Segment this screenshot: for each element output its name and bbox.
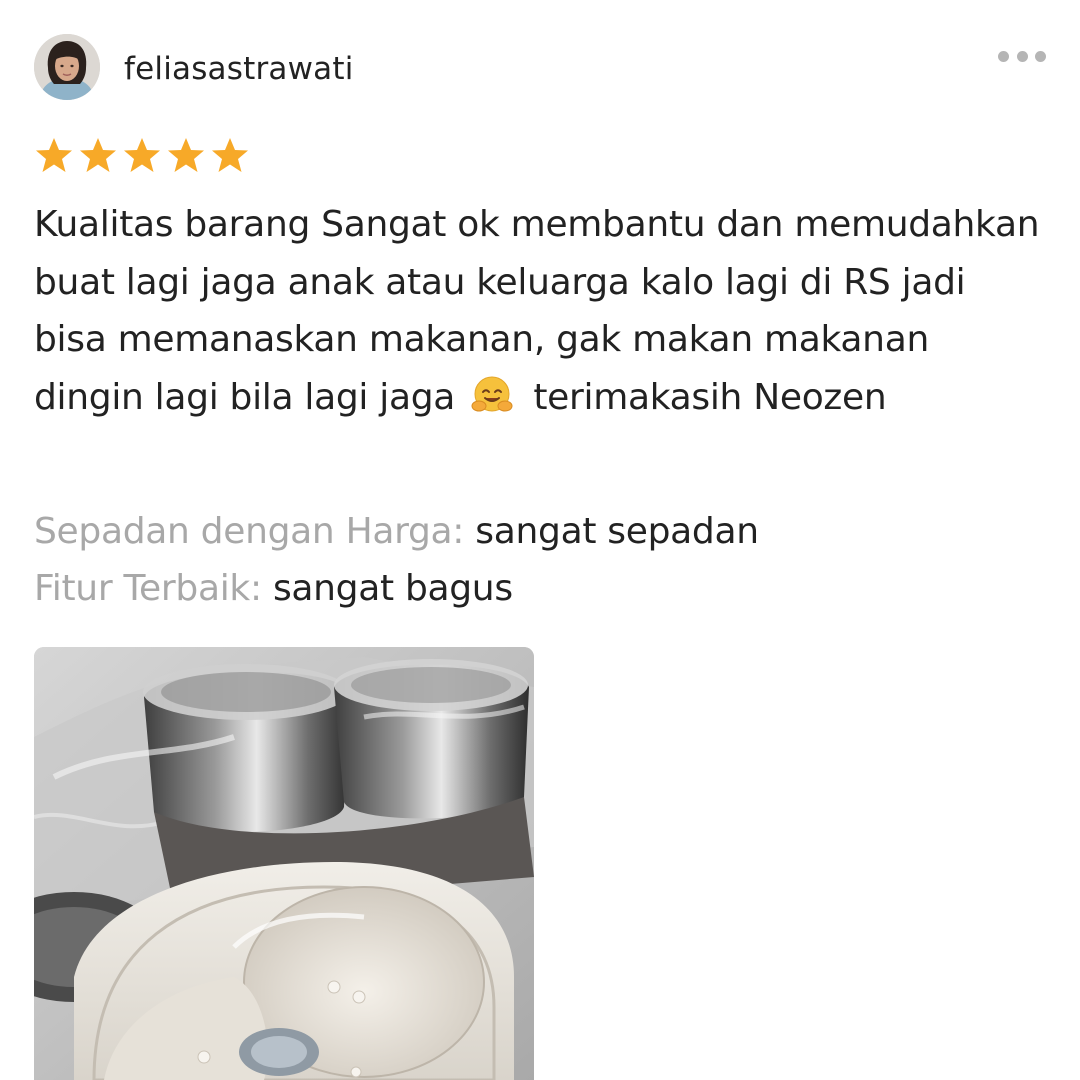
review-header: feliasastrawati	[34, 34, 1046, 102]
more-options-button[interactable]	[998, 46, 1046, 66]
more-dot-icon	[1016, 50, 1028, 62]
username[interactable]: feliasastrawati	[124, 50, 354, 88]
review-photo[interactable]	[34, 647, 534, 1080]
review-text: Kualitas barang Sangat ok membantu dan m…	[34, 196, 1044, 426]
review-text-part2: terimakasih Neozen	[522, 376, 887, 418]
hugging-face-emoji	[471, 376, 513, 411]
star-icon	[124, 138, 160, 172]
review-card: feliasastrawati Kualitas barang Sangat o…	[0, 0, 1080, 1080]
star-icon	[168, 138, 204, 172]
more-dot-icon	[998, 50, 1009, 62]
star-rating	[34, 135, 250, 175]
star-icon	[80, 138, 116, 172]
attribute-label: Sepadan dengan Harga:	[34, 511, 465, 552]
more-dot-icon	[1035, 50, 1046, 62]
attribute-value: sangat sepadan	[475, 511, 759, 552]
attribute-label: Fitur Terbaik:	[34, 568, 262, 609]
star-icon	[36, 138, 72, 172]
star-icon	[212, 138, 248, 172]
attribute-value: sangat bagus	[272, 568, 513, 609]
attribute-best-feature: Fitur Terbaik: sangat bagus	[34, 566, 513, 612]
avatar[interactable]	[34, 34, 100, 100]
attribute-value-for-money: Sepadan dengan Harga: sangat sepadan	[34, 509, 759, 555]
